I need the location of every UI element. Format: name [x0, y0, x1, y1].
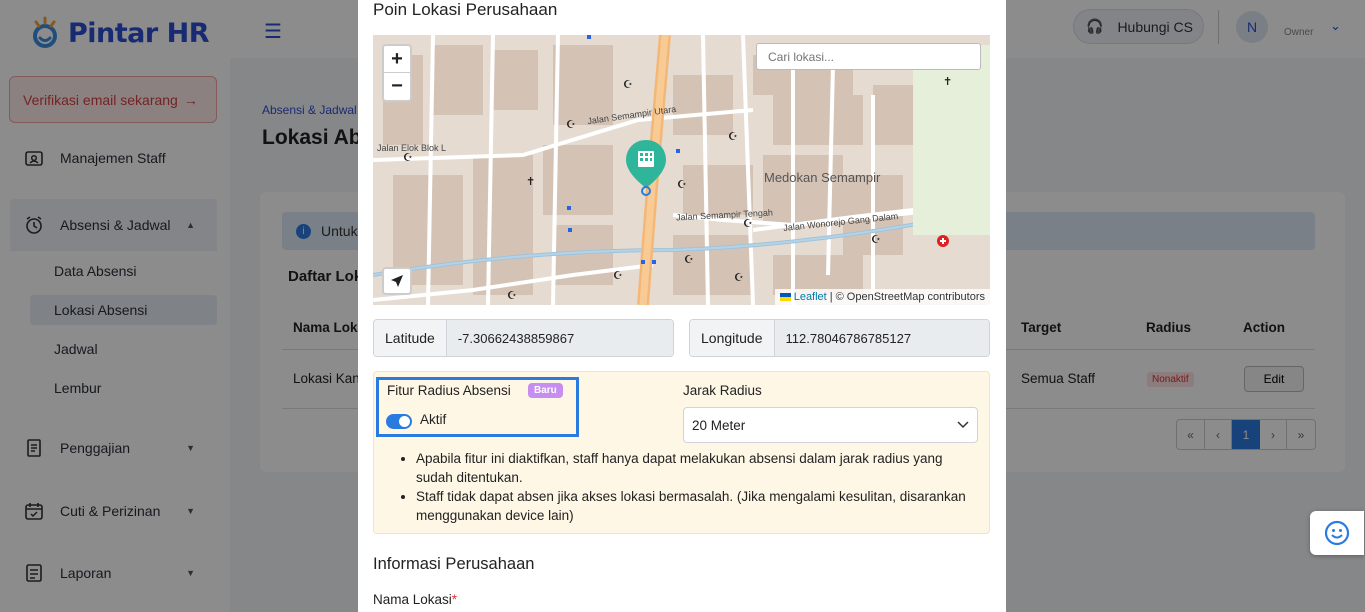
latitude-label: Latitude: [374, 320, 447, 356]
radius-toggle-label: Aktif: [420, 412, 447, 427]
ukraine-flag-icon: [779, 293, 791, 301]
longitude-label: Longitude: [690, 320, 775, 356]
modal-title: Poin Lokasi Perusahaan: [373, 0, 558, 19]
latitude-value[interactable]: -7.30662438859867: [446, 320, 673, 356]
svg-text:☪: ☪: [743, 218, 753, 230]
company-info-title: Informasi Perusahaan: [373, 555, 535, 573]
zoom-in-button[interactable]: +: [384, 46, 410, 73]
navigation-arrow-icon: [391, 275, 403, 287]
svg-text:☪: ☪: [403, 152, 413, 164]
radius-distance-value: 20 Meter: [692, 417, 746, 433]
map-search-input[interactable]: [756, 43, 981, 70]
smiley-chat-icon: [1324, 520, 1350, 546]
map-marker-icon[interactable]: [624, 138, 668, 196]
radius-distance-select[interactable]: 20 Meter: [683, 407, 978, 443]
svg-text:✝: ✝: [526, 176, 535, 188]
map-attribution: Leaflet | © OpenStreetMap contributors: [774, 289, 990, 305]
svg-text:☪: ☪: [677, 179, 687, 191]
svg-text:☪: ☪: [734, 272, 744, 284]
map-label-medokan: Medokan Semampir: [764, 170, 881, 185]
zoom-control: + −: [382, 44, 412, 102]
support-chat-button[interactable]: [1310, 511, 1364, 555]
leaflet-link[interactable]: Leaflet: [794, 291, 827, 303]
radius-note: Apabila fitur ini diaktifkan, staff hany…: [416, 449, 976, 487]
radius-distance-label: Jarak Radius: [683, 383, 762, 398]
svg-text:☪: ☪: [613, 270, 623, 282]
locate-me-button[interactable]: [382, 267, 412, 295]
radius-feature-label: Fitur Radius Absensi: [387, 383, 511, 398]
map-label-street: Jalan Elok Blok L: [377, 143, 447, 153]
required-mark: *: [451, 592, 458, 607]
svg-text:☪: ☪: [566, 119, 576, 131]
zoom-out-button[interactable]: −: [384, 73, 410, 100]
radius-note: Staff tidak dapat absen jika akses lokas…: [416, 487, 976, 525]
chevron-down-icon: [957, 421, 969, 429]
radius-toggle[interactable]: [386, 414, 412, 429]
map-tiles: ☪ ☪ ☪ ☪ ☪ ☪ ☪ ☪ ☪ ☪ ☪ ✝ ✝: [373, 35, 990, 305]
svg-text:✝: ✝: [943, 76, 952, 88]
svg-text:☪: ☪: [871, 234, 881, 246]
osm-attribution: | © OpenStreetMap contributors: [829, 291, 985, 303]
new-badge: Baru: [528, 383, 563, 398]
svg-text:☪: ☪: [623, 79, 633, 91]
svg-text:☪: ☪: [684, 254, 694, 266]
latitude-field[interactable]: Latitude -7.30662438859867: [373, 319, 674, 357]
longitude-field[interactable]: Longitude 112.78046786785127: [689, 319, 990, 357]
radius-notes: Apabila fitur ini diaktifkan, staff hany…: [416, 449, 976, 525]
longitude-value[interactable]: 112.78046786785127: [774, 320, 989, 356]
radius-feature-panel: Fitur Radius Absensi Baru Aktif Jarak Ra…: [373, 371, 990, 534]
location-name-label: Nama Lokasi*: [373, 592, 457, 607]
location-name-label-text: Nama Lokasi: [373, 592, 452, 607]
svg-text:☪: ☪: [507, 290, 517, 302]
svg-text:☪: ☪: [728, 131, 738, 143]
map-view[interactable]: ☪ ☪ ☪ ☪ ☪ ☪ ☪ ☪ ☪ ☪ ☪ ✝ ✝ Medokan Semampir Jalan …: [373, 35, 990, 305]
location-modal: Poin Lokasi Perusahaan ☪ ☪ ☪ ☪ ☪ ☪ ☪ ☪ ☪…: [358, 0, 1006, 612]
